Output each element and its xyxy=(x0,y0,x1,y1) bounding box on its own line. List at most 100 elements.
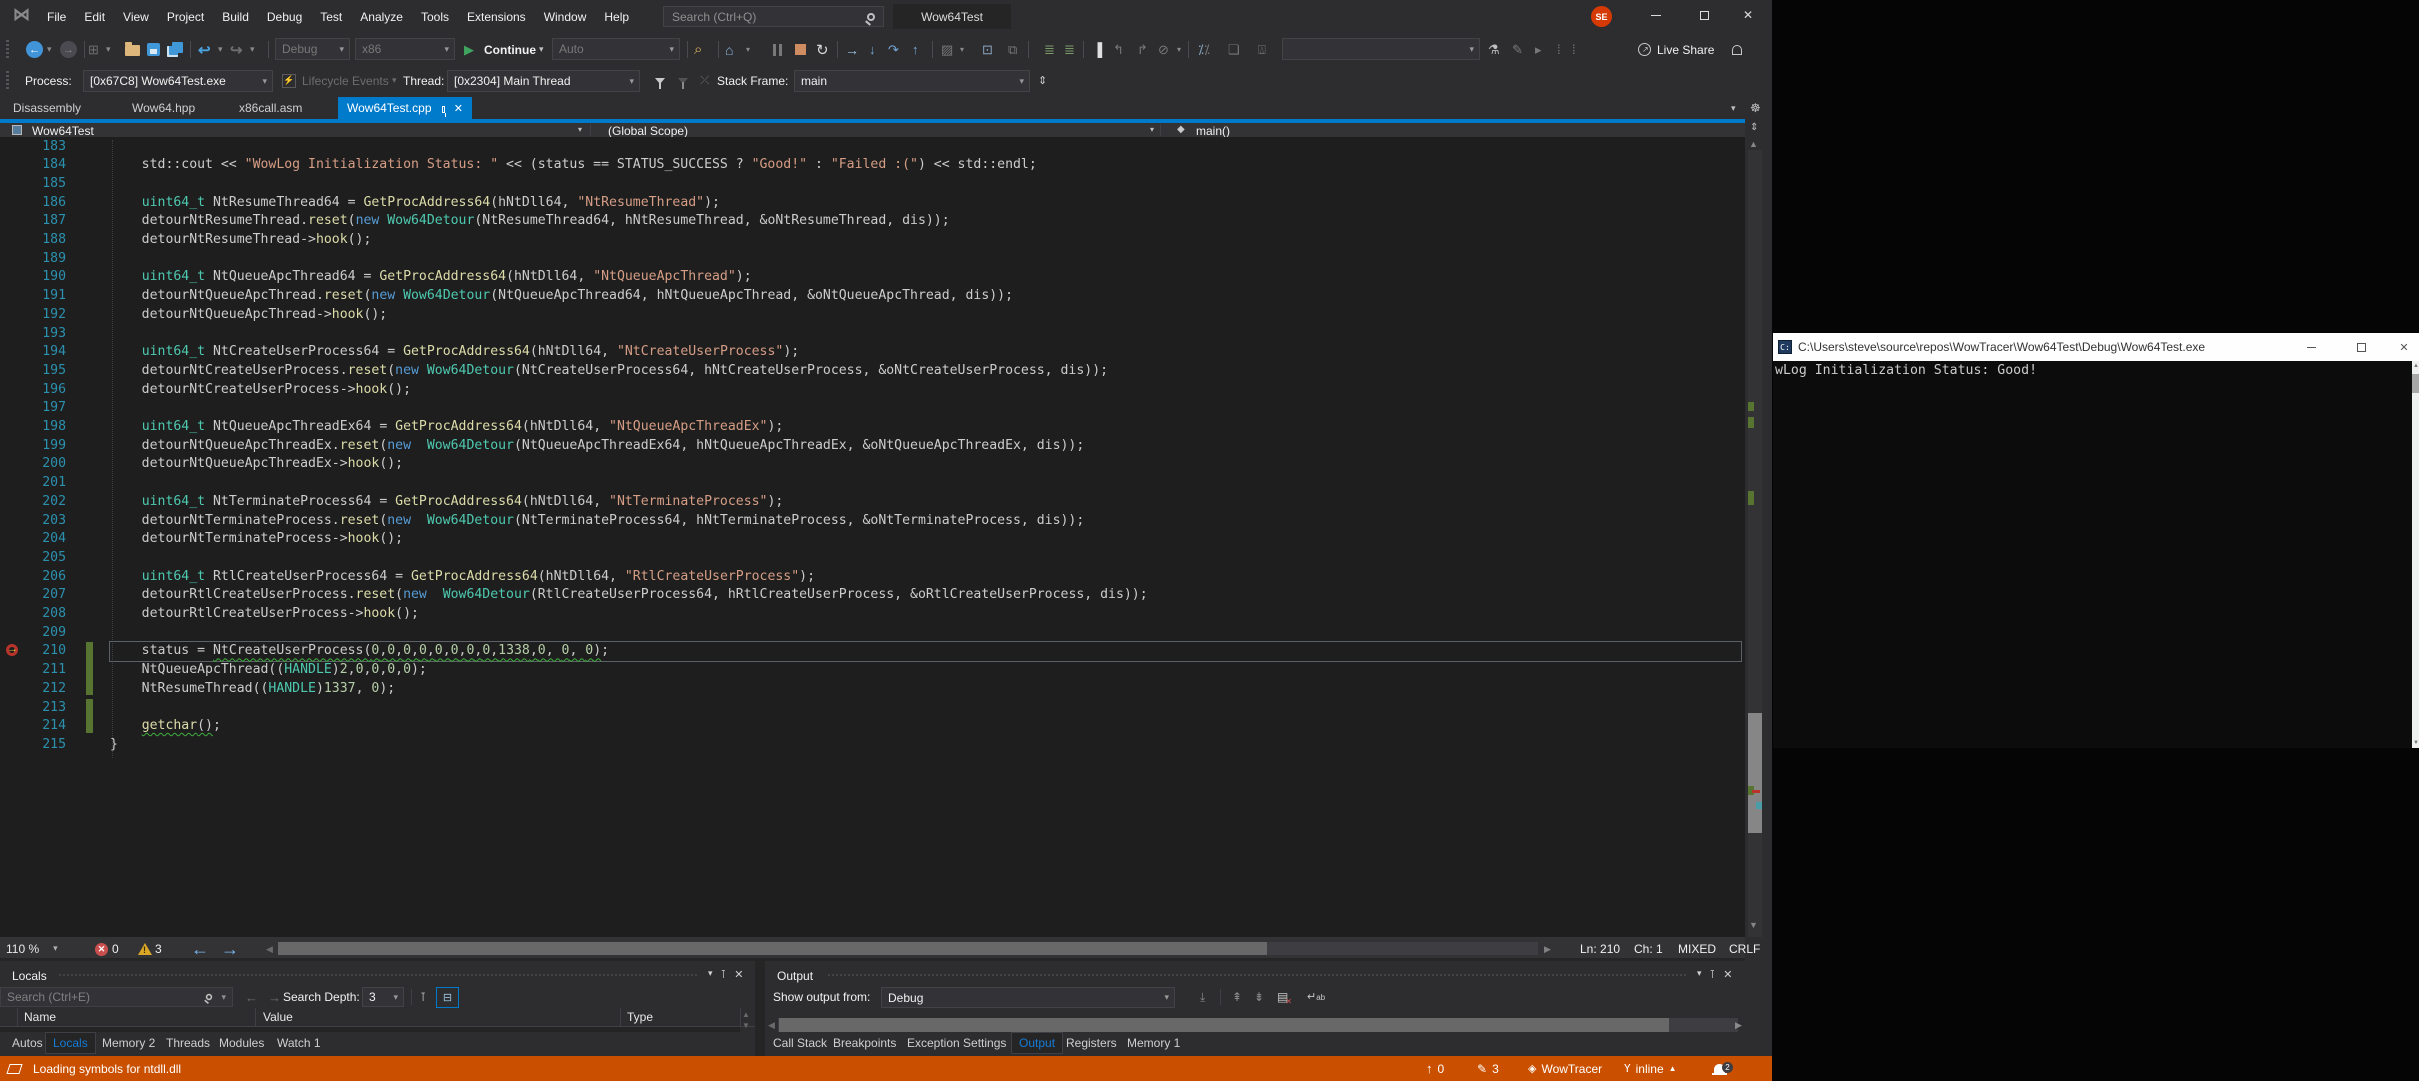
menu-item-extensions[interactable]: Extensions xyxy=(458,10,535,24)
output-dropdown-icon[interactable]: ▾ xyxy=(1697,968,1702,981)
continue-button-label[interactable]: Continue xyxy=(484,33,536,66)
clear-all-icon[interactable]: ▤✕ xyxy=(1277,990,1295,1004)
line-number[interactable]: 189 xyxy=(0,250,66,269)
notifications-bell[interactable]: 2 xyxy=(1714,1056,1725,1081)
output-hscrollbar-thumb[interactable] xyxy=(779,1018,1669,1032)
comment-icon[interactable]: ⁒ xyxy=(1198,33,1204,66)
menu-item-test[interactable]: Test xyxy=(311,10,351,24)
scrollbar-up-arrow[interactable]: ▲ xyxy=(1749,139,1758,149)
maximize-button[interactable] xyxy=(1687,0,1721,30)
locals-tab-modules[interactable]: Modules xyxy=(212,1032,271,1054)
console-close-button[interactable]: ✕ xyxy=(2384,333,2419,361)
message-icon[interactable]: ❏ xyxy=(1228,33,1240,66)
save-button[interactable] xyxy=(147,33,160,66)
hot-reload-dropdown[interactable]: Auto▾ xyxy=(552,38,680,60)
code-line-206[interactable]: 206 uint64_t RtlCreateUserProcess64 = Ge… xyxy=(0,568,1745,587)
line-number[interactable]: 186 xyxy=(0,194,66,213)
live-share-icon[interactable]: ↗ xyxy=(1638,33,1651,66)
line-number[interactable]: 206 xyxy=(0,568,66,587)
code-line-205[interactable]: 205 xyxy=(0,549,1745,568)
locals-tab-threads[interactable]: Threads xyxy=(159,1032,217,1054)
word-wrap-icon[interactable]: ↵ab xyxy=(1307,990,1325,1003)
line-number[interactable]: 192 xyxy=(0,306,66,325)
locals-tab-autos[interactable]: Autos xyxy=(5,1032,50,1054)
lifecycle-dropdown-icon[interactable]: ▾ xyxy=(392,66,397,95)
line-number[interactable]: 183 xyxy=(0,138,66,157)
code-line-207[interactable]: 207 detourRtlCreateUserProcess.reset(new… xyxy=(0,586,1745,605)
line-number[interactable]: 204 xyxy=(0,530,66,549)
code-line-191[interactable]: 191 detourNtQueueApcThread.reset(new Wow… xyxy=(0,287,1745,306)
lifecycle-events-label[interactable]: Lifecycle Events xyxy=(302,66,389,95)
locals-view-toggle-icon[interactable]: ⊟ xyxy=(436,987,459,1008)
code-line-211[interactable]: 211 NtQueueApcThread((HANDLE)2,0,0,0,0); xyxy=(0,661,1745,680)
code-line-204[interactable]: 204 detourNtTerminateProcess->hook(); xyxy=(0,530,1745,549)
menu-item-view[interactable]: View xyxy=(114,10,158,24)
debugbar-grip[interactable] xyxy=(6,71,9,90)
line-number[interactable]: 199 xyxy=(0,437,66,456)
output-goto-icon[interactable]: ⤓ xyxy=(1200,990,1205,1005)
redo-dropdown-icon[interactable]: ▾ xyxy=(250,33,255,66)
locals-flag-icon[interactable]: ⊺ xyxy=(420,990,426,1004)
code-line-187[interactable]: 187 detourNtResumeThread.reset(new Wow64… xyxy=(0,212,1745,231)
line-number[interactable]: 197 xyxy=(0,399,66,418)
filter-threads-icon[interactable] xyxy=(655,66,665,95)
stop-icon[interactable] xyxy=(795,33,806,66)
find-combobox[interactable]: ▾ xyxy=(1282,38,1480,60)
bookmark-icon[interactable]: ▐ xyxy=(1093,33,1102,66)
line-number[interactable]: 195 xyxy=(0,362,66,381)
stack-updown-icon[interactable]: ⇕ xyxy=(1038,66,1047,95)
close-button[interactable]: ✕ xyxy=(1731,0,1765,30)
live-share-label[interactable]: Live Share xyxy=(1657,33,1714,66)
account-avatar[interactable]: SE xyxy=(1591,6,1612,27)
console-title-bar[interactable]: C: C:\Users\steve\source\repos\WowTracer… xyxy=(1773,333,2419,361)
code-line-192[interactable]: 192 detourNtQueueApcThread->hook(); xyxy=(0,306,1745,325)
line-number[interactable]: 185 xyxy=(0,175,66,194)
restart-icon[interactable]: ↻ xyxy=(816,33,829,66)
locals-scroll-down[interactable]: ▼ xyxy=(742,1021,750,1030)
line-number[interactable]: 184 xyxy=(0,156,66,175)
output-tab-call-stack[interactable]: Call Stack xyxy=(766,1032,834,1054)
toolbar-grip[interactable] xyxy=(6,40,9,59)
output-tab-exception-settings[interactable]: Exception Settings xyxy=(900,1032,1013,1054)
navbar-scope-arrow-icon[interactable]: ▾ xyxy=(1150,125,1154,134)
code-line-194[interactable]: 194 uint64_t NtCreateUserProcess64 = Get… xyxy=(0,343,1745,362)
code-line-193[interactable]: 193 xyxy=(0,325,1745,344)
code-line-184[interactable]: 184 std::cout << "WowLog Initialization … xyxy=(0,156,1745,175)
toggle-flagged-icon[interactable]: ⤫ xyxy=(700,66,710,95)
locals-pin-icon[interactable]: ⊺ xyxy=(721,968,727,981)
step-into-icon[interactable]: ↓ xyxy=(869,33,876,66)
save-all-button[interactable] xyxy=(167,33,183,66)
step-over-icon[interactable]: ↷ xyxy=(888,33,899,66)
locals-scroll-up[interactable]: ▲ xyxy=(742,1010,750,1019)
console-maximize-button[interactable] xyxy=(2341,333,2381,361)
breakpoint-icon[interactable] xyxy=(6,644,18,656)
navbar-member-dropdown[interactable]: main() xyxy=(1196,124,1230,138)
code-line-198[interactable]: 198 uint64_t NtQueueApcThreadEx64 = GetP… xyxy=(0,418,1745,437)
line-number[interactable]: 208 xyxy=(0,605,66,624)
output-tab-registers[interactable]: Registers xyxy=(1059,1032,1124,1054)
line-number[interactable]: 212 xyxy=(0,680,66,699)
line-number[interactable]: 196 xyxy=(0,381,66,400)
tab-pin-icon[interactable] xyxy=(442,106,445,113)
code-line-209[interactable]: 209 xyxy=(0,624,1745,643)
output-tab-breakpoints[interactable]: Breakpoints xyxy=(826,1032,903,1054)
indent-icon[interactable]: ≣ xyxy=(1044,33,1055,66)
open-file-button[interactable] xyxy=(125,33,140,66)
code-line-202[interactable]: 202 uint64_t NtTerminateProcess64 = GetP… xyxy=(0,493,1745,512)
line-number[interactable]: 213 xyxy=(0,699,66,718)
navigate-back-dropdown-icon[interactable]: ▾ xyxy=(47,33,52,66)
menu-item-edit[interactable]: Edit xyxy=(75,10,114,24)
code-line-210[interactable]: 210 status = NtCreateUserProcess(0,0,0,0… xyxy=(0,642,1745,661)
console-scroll-up[interactable]: ▲ xyxy=(2413,363,2418,369)
line-number[interactable]: 209 xyxy=(0,624,66,643)
line-number[interactable]: 194 xyxy=(0,343,66,362)
editor-tab-wow64test-cpp[interactable]: Wow64Test.cpp✕ xyxy=(338,97,472,119)
play2-icon[interactable]: ▸ xyxy=(1535,33,1542,66)
code-line-201[interactable]: 201 xyxy=(0,474,1745,493)
console-scroll-down[interactable]: ▼ xyxy=(2413,740,2418,746)
locals-search-input[interactable]: Search (Ctrl+E) ▾ xyxy=(0,987,233,1007)
new-project-icon[interactable]: ⊞ xyxy=(88,33,99,66)
continue-dropdown-icon[interactable]: ▾ xyxy=(539,33,544,66)
navbar-project-dropdown[interactable]: Wow64Test xyxy=(32,124,94,138)
code-line-212[interactable]: 212 NtResumeThread((HANDLE)1337, 0); xyxy=(0,680,1745,699)
